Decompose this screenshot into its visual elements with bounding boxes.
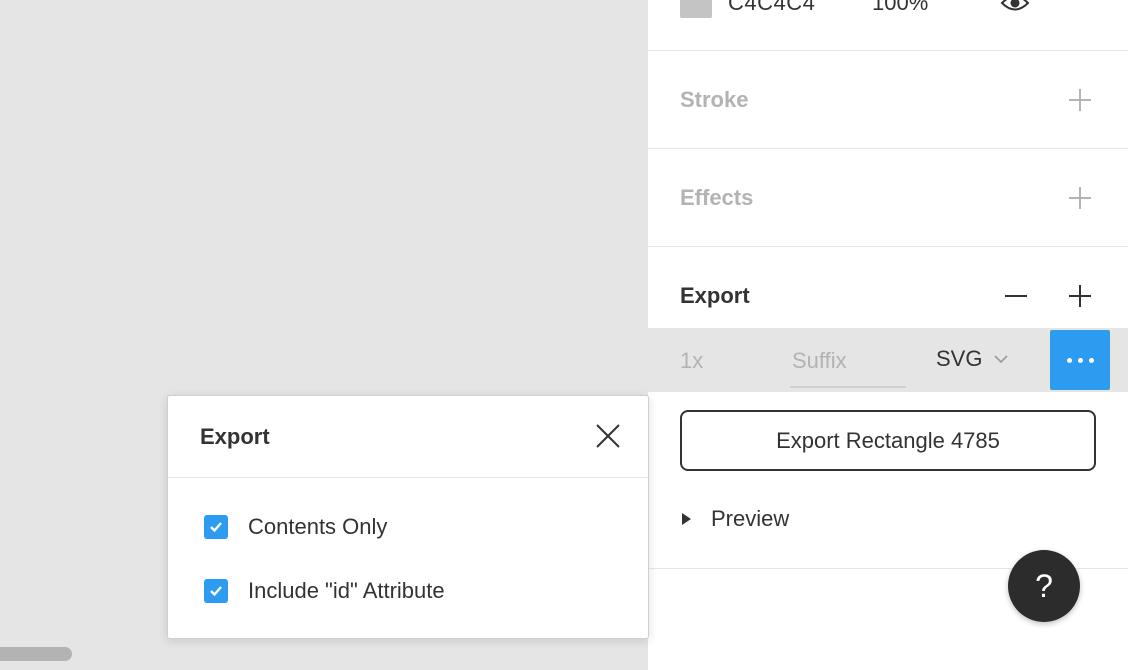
fill-hex-value[interactable]: C4C4C4 (728, 0, 815, 16)
horizontal-scrollbar[interactable] (0, 647, 72, 661)
plus-icon (1069, 89, 1091, 111)
export-button[interactable]: Export Rectangle 4785 (680, 410, 1096, 471)
effects-section: Effects (648, 149, 1128, 247)
disclosure-triangle-icon (682, 513, 691, 525)
check-icon (210, 586, 222, 597)
minus-icon (1005, 295, 1027, 297)
stroke-section: Stroke (648, 51, 1128, 149)
add-stroke-button[interactable] (1064, 84, 1096, 116)
remove-fill-icon[interactable] (1068, 0, 1092, 12)
eye-icon[interactable] (1000, 0, 1030, 18)
plus-icon (1069, 187, 1091, 209)
suffix-input[interactable] (790, 336, 906, 386)
option-label: Include "id" Attribute (248, 578, 445, 603)
export-title: Export (680, 283, 750, 308)
fill-row: C4C4C4 100% (648, 0, 1128, 51)
add-effect-button[interactable] (1064, 182, 1096, 214)
export-scale[interactable]: 1x (680, 348, 703, 374)
add-export-button[interactable] (1064, 280, 1096, 312)
export-section: Export (648, 247, 1128, 328)
option-contents-only[interactable]: Contents Only (204, 514, 387, 540)
more-dot (1077, 357, 1083, 363)
preview-toggle[interactable]: Preview (682, 506, 789, 532)
effects-title: Effects (680, 185, 754, 210)
format-select[interactable]: SVG (936, 346, 1009, 372)
chevron-down-icon (994, 355, 1009, 364)
export-options-button[interactable] (1050, 330, 1110, 390)
fill-opacity-value[interactable]: 100% (872, 0, 928, 16)
properties-panel: C4C4C4 100% Stroke Effects Export 1x Suf… (648, 0, 1128, 670)
format-value: SVG (936, 346, 983, 371)
more-dots-icon (1066, 357, 1072, 363)
checkbox-contents-only[interactable] (204, 515, 228, 539)
popup-title: Export (200, 424, 270, 449)
more-dot (1088, 357, 1094, 363)
option-label: Contents Only (248, 514, 388, 539)
plus-icon (1069, 285, 1091, 307)
suffix-field (790, 336, 906, 388)
option-include-id[interactable]: Include "id" Attribute (204, 578, 445, 604)
export-settings-row: 1x SVG (648, 328, 1128, 392)
export-options-popup: Export Contents Only Include "id" Attrib… (167, 395, 649, 639)
check-icon (210, 522, 222, 533)
remove-export-button[interactable] (1000, 280, 1032, 312)
checkbox-include-id[interactable] (204, 579, 228, 603)
stroke-title: Stroke (680, 87, 749, 112)
preview-label: Preview (711, 506, 790, 531)
popup-header: Export (168, 396, 648, 478)
help-button[interactable]: ? (1008, 550, 1080, 622)
fill-color-swatch[interactable] (680, 0, 712, 18)
close-icon[interactable] (594, 422, 622, 450)
